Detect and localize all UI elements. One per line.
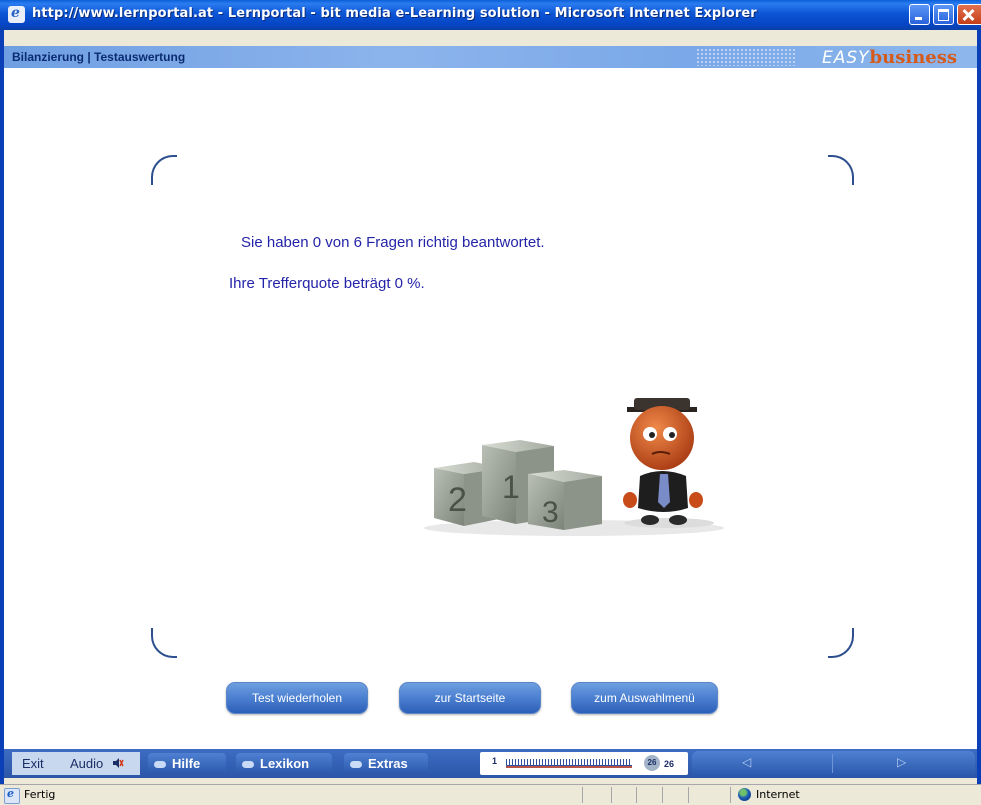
easy-business-logo: EASYbusiness — [822, 47, 957, 68]
selection-menu-button[interactable]: zum Auswahlmenü — [571, 682, 718, 714]
podium-number-3: 3 — [542, 496, 559, 529]
course-header: Bilanzierung | Testauswertung EASYbusine… — [4, 46, 977, 68]
header-dot-pattern — [696, 48, 796, 66]
title-bar: e http://www.lernportal.at - Lernportal … — [0, 0, 981, 30]
internet-explorer-icon[interactable]: e — [8, 5, 25, 23]
pager-separator — [832, 754, 833, 773]
main-content: Sie haben 0 von 6 Fragen richtig beantwo… — [4, 68, 977, 749]
page-progress: 1 26 26 — [480, 752, 688, 775]
progress-ticks — [506, 759, 632, 766]
glossary-button[interactable]: Lexikon — [236, 753, 332, 774]
repeat-test-button[interactable]: Test wiederholen — [226, 682, 368, 714]
start-page-button[interactable]: zur Startseite — [399, 682, 541, 714]
cartoon-character — [623, 398, 714, 528]
maximize-button[interactable] — [933, 4, 954, 25]
page-icon: e — [4, 787, 20, 804]
help-label: Hilfe — [172, 756, 201, 771]
progress-track — [506, 766, 632, 768]
progress-total: 26 — [664, 759, 675, 769]
brand-business: business — [869, 47, 957, 68]
pill-icon — [154, 761, 166, 769]
frame-corner-bottom-right — [828, 628, 854, 658]
previous-page-icon[interactable]: ◁ — [742, 755, 751, 769]
hit-rate: Ihre Trefferquote beträgt 0 %. — [229, 275, 425, 292]
status-panel — [662, 787, 663, 803]
audio-toggle[interactable]: Audio — [70, 756, 103, 771]
frame-corner-bottom-left — [151, 628, 177, 658]
brand-easy: EASY — [822, 48, 870, 68]
close-button[interactable] — [957, 4, 981, 25]
pill-icon — [350, 761, 362, 769]
extras-label: Extras — [368, 756, 408, 771]
window-frame-right — [977, 30, 981, 786]
internet-globe-icon — [738, 788, 751, 801]
breadcrumb: Bilanzierung | Testauswertung — [12, 50, 186, 64]
security-zone: Internet — [756, 788, 800, 801]
window-title: http://www.lernportal.at - Lernportal - … — [32, 6, 757, 21]
podium-number-1: 1 — [502, 469, 520, 505]
status-text: Fertig — [24, 788, 56, 801]
exit-button[interactable]: Exit — [22, 756, 44, 771]
help-button[interactable]: Hilfe — [148, 753, 226, 774]
status-bar: e Fertig Internet — [0, 784, 981, 805]
speaker-muted-icon[interactable] — [112, 757, 124, 769]
result-summary: Sie haben 0 von 6 Fragen richtig beantwo… — [241, 234, 545, 251]
status-panel — [582, 787, 583, 803]
progress-current[interactable]: 26 — [644, 755, 660, 771]
status-panel — [636, 787, 637, 803]
frame-corner-top-left — [151, 155, 177, 185]
status-panel — [688, 787, 689, 803]
podium-place-3: 3 — [528, 470, 602, 530]
podium-number-2: 2 — [448, 481, 467, 519]
course-navbar: Exit Audio Hilfe Lexikon Extras 1 26 26 … — [4, 749, 977, 778]
next-page-icon[interactable]: ▷ — [897, 755, 906, 769]
frame-corner-top-right — [828, 155, 854, 185]
status-panel — [611, 787, 612, 803]
progress-start: 1 — [492, 756, 498, 766]
podium-illustration: 2 1 3 — [424, 398, 724, 536]
extras-button[interactable]: Extras — [344, 753, 428, 774]
pill-icon — [242, 761, 254, 769]
glossary-label: Lexikon — [260, 756, 310, 771]
page-pager: ◁ ▷ — [692, 751, 975, 776]
minimize-button[interactable] — [909, 4, 930, 25]
status-panel — [730, 787, 731, 803]
